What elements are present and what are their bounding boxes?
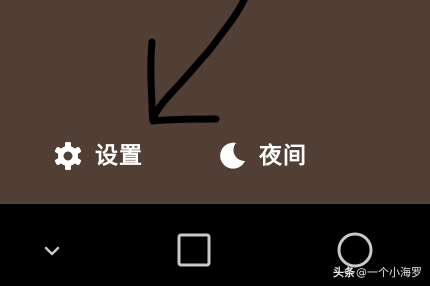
square-icon (176, 232, 212, 272)
moon-icon (214, 138, 250, 174)
night-mode-label: 夜间 (259, 142, 307, 169)
home-button[interactable] (174, 232, 214, 272)
watermark-handle: @一个小海罗 (356, 266, 422, 279)
quick-panel: 设置 夜间 (0, 0, 430, 204)
navigation-bar: 头条 @一个小海罗 (0, 204, 430, 286)
watermark: 头条 @一个小海罗 (333, 264, 422, 280)
settings-label: 设置 (95, 142, 143, 169)
screen: 设置 夜间 头条 @一个小海罗 (0, 0, 430, 286)
chevron-down-icon (42, 243, 62, 262)
settings-button[interactable]: 设置 (50, 136, 143, 176)
gear-icon (50, 138, 86, 174)
collapse-button[interactable] (32, 232, 72, 272)
watermark-brand: 头条 (333, 266, 355, 279)
night-mode-button[interactable]: 夜间 (214, 136, 307, 176)
